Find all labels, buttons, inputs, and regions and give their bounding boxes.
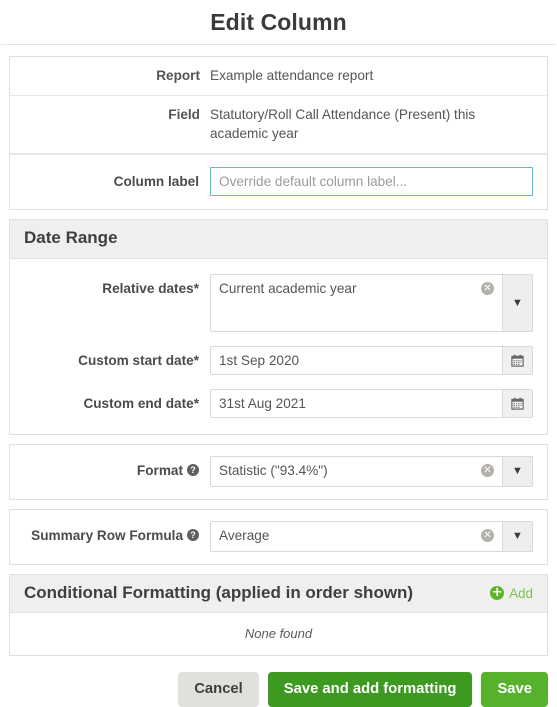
custom-start-date-value[interactable]: 1st Sep 2020: [211, 347, 502, 374]
dialog-footer: Cancel Save and add formatting Save: [0, 656, 557, 707]
page-title: Edit Column: [210, 9, 347, 35]
relative-dates-value-wrap[interactable]: Current academic year ✕: [211, 275, 502, 331]
format-value-wrap[interactable]: Statistic ("93.4%") ✕: [211, 457, 502, 486]
clear-icon[interactable]: ✕: [481, 463, 494, 477]
summary-row-formula-label-wrap: Summary Row Formula ?: [10, 521, 210, 550]
summary-row-formula-label: Summary Row Formula: [31, 527, 183, 543]
date-range-panel: Date Range Relative dates* Current acade…: [9, 219, 548, 435]
summary-row-formula-value-wrap[interactable]: Average ✕: [211, 522, 502, 551]
summary-row-formula-row: Summary Row Formula ? Average ✕ ▼: [10, 510, 547, 564]
custom-end-date-field[interactable]: 31st Aug 2021: [210, 388, 533, 418]
field-value: Statutory/Roll Call Attendance (Present)…: [210, 106, 476, 142]
field-row: Field Statutory/Roll Call Attendance (Pr…: [10, 96, 547, 155]
report-value: Example attendance report: [210, 68, 374, 83]
clear-icon[interactable]: ✕: [481, 528, 494, 542]
add-formatting-label: Add: [509, 585, 533, 601]
date-range-heading: Date Range: [10, 220, 547, 259]
custom-start-date-field[interactable]: 1st Sep 2020: [210, 345, 533, 375]
summary-row-formula-panel: Summary Row Formula ? Average ✕ ▼: [9, 508, 548, 565]
help-icon[interactable]: ?: [187, 529, 199, 542]
report-label: Report: [156, 68, 200, 83]
relative-dates-value: Current academic year: [219, 280, 357, 296]
column-label-input[interactable]: [210, 167, 533, 197]
format-label-wrap: Format ?: [10, 456, 210, 485]
field-label: Field: [168, 106, 200, 122]
cancel-button[interactable]: Cancel: [178, 672, 259, 707]
relative-dates-row: Relative dates* Current academic year ✕ …: [10, 267, 547, 339]
report-row: Report Example attendance report: [10, 57, 547, 96]
save-button[interactable]: Save: [481, 672, 548, 707]
chevron-down-icon[interactable]: ▼: [502, 274, 532, 331]
help-icon[interactable]: ?: [187, 464, 199, 477]
column-info-panel: Report Example attendance report Field S…: [9, 56, 548, 211]
chevron-down-icon[interactable]: ▼: [502, 521, 532, 551]
format-panel: Format ? Statistic ("93.4%") ✕ ▼: [9, 443, 548, 500]
relative-dates-select[interactable]: Current academic year ✕ ▼: [210, 273, 533, 332]
calendar-icon[interactable]: [502, 346, 532, 374]
format-value: Statistic ("93.4%"): [219, 462, 328, 478]
dialog-title: Edit Column: [0, 0, 557, 45]
chevron-down-icon[interactable]: ▼: [502, 456, 532, 486]
summary-row-formula-value: Average: [219, 527, 270, 543]
custom-end-date-label: Custom end date*: [83, 395, 199, 411]
date-range-heading-title: Date Range: [24, 228, 118, 248]
format-row: Format ? Statistic ("93.4%") ✕ ▼: [10, 445, 547, 499]
custom-end-date-value[interactable]: 31st Aug 2021: [211, 390, 502, 417]
custom-start-date-label: Custom start date*: [78, 352, 199, 368]
add-formatting-button[interactable]: + Add: [490, 586, 533, 601]
conditional-formatting-panel: Conditional Formatting (applied in order…: [9, 573, 548, 657]
title-divider: [1, 44, 556, 45]
conditional-formatting-empty: None found: [244, 626, 313, 642]
conditional-formatting-heading-title: Conditional Formatting (applied in order…: [24, 582, 414, 602]
save-and-add-formatting-button[interactable]: Save and add formatting: [267, 672, 473, 707]
clear-icon[interactable]: ✕: [481, 281, 494, 295]
relative-dates-label: Relative dates*: [102, 280, 199, 296]
conditional-formatting-heading: Conditional Formatting (applied in order…: [10, 574, 547, 614]
format-select[interactable]: Statistic ("93.4%") ✕ ▼: [210, 455, 533, 487]
format-label: Format: [136, 462, 183, 478]
custom-start-date-row: Custom start date* 1st Sep 2020: [10, 339, 547, 382]
custom-end-date-row: Custom end date* 31st Aug 2021: [10, 382, 547, 425]
calendar-icon[interactable]: [502, 389, 532, 417]
column-label-label: Column label: [113, 174, 199, 190]
column-label-row: Column label: [10, 154, 547, 209]
summary-row-formula-select[interactable]: Average ✕ ▼: [210, 520, 533, 552]
plus-circle-icon: +: [490, 585, 505, 601]
